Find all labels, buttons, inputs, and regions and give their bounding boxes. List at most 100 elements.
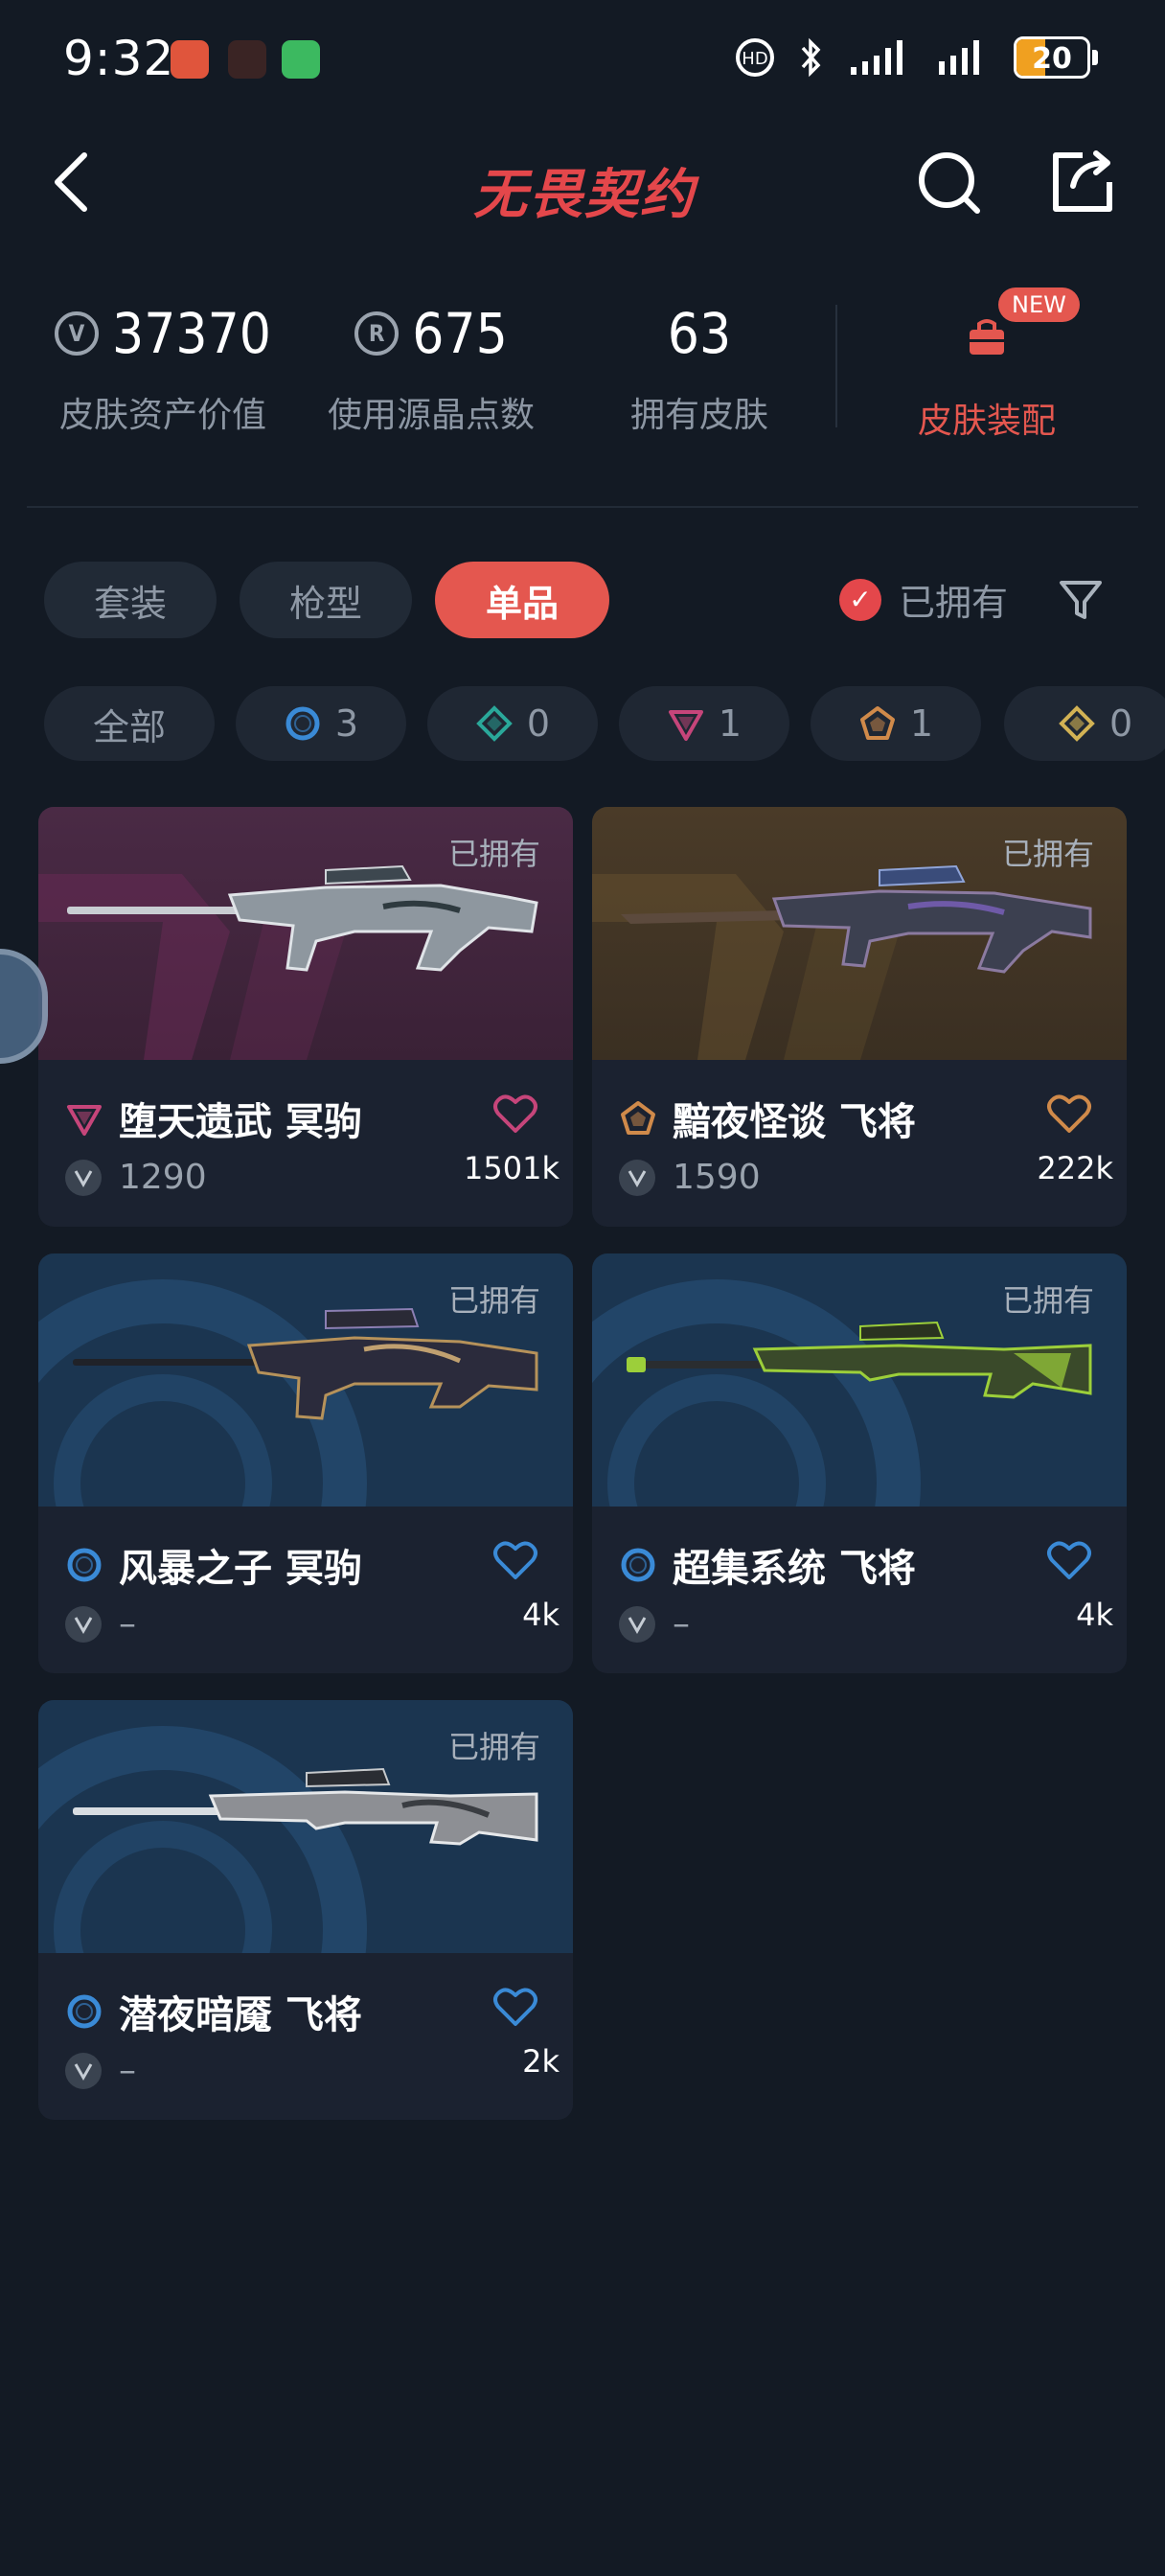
- like-count: 1501k: [464, 1150, 560, 1186]
- select-tier-icon: [621, 1548, 655, 1582]
- skin-price: –: [65, 2051, 136, 2090]
- price-value: 1290: [119, 1158, 207, 1197]
- skin-card[interactable]: 已拥有 潜夜暗魇 飞将 – 2k: [38, 1700, 573, 2120]
- chip-count: 0: [526, 702, 551, 745]
- search-icon[interactable]: [912, 144, 989, 220]
- premium-tier-icon: [668, 710, 703, 741]
- status-bar: 9:32 HD 20: [0, 0, 1165, 115]
- chip-premium[interactable]: 1: [619, 686, 789, 761]
- like-count: 4k: [1076, 1597, 1113, 1633]
- select-tier-icon: [67, 1548, 102, 1582]
- price-value: –: [119, 2051, 136, 2090]
- divider: [27, 506, 1138, 508]
- stat-value: 63: [667, 301, 732, 366]
- skin-name: 堕天遗武 冥驹: [119, 1100, 362, 1144]
- heart-icon[interactable]: [1046, 1092, 1092, 1135]
- new-badge: NEW: [998, 288, 1080, 322]
- checkmark-icon: ✓: [839, 578, 881, 621]
- skin-image: 已拥有: [38, 1700, 573, 1953]
- select-tier-icon: [286, 706, 320, 741]
- chip-ultra[interactable]: 0: [1004, 686, 1165, 761]
- game-app-icon: [228, 40, 266, 79]
- chip-label: 全部: [92, 705, 166, 748]
- stat-value: 675: [412, 301, 508, 366]
- battery-icon: 20: [1014, 36, 1090, 79]
- bluetooth-icon: [801, 37, 821, 78]
- share-icon[interactable]: [1044, 144, 1121, 220]
- divider: [835, 305, 837, 427]
- chip-deluxe[interactable]: 0: [427, 686, 598, 761]
- price-value: –: [119, 1604, 136, 1644]
- chip-count: 1: [909, 702, 934, 745]
- skin-image: 已拥有: [38, 807, 573, 1060]
- equip-label: 皮肤装配: [917, 402, 1056, 441]
- owned-tag: 已拥有: [1001, 1282, 1094, 1319]
- status-time: 9:32: [63, 31, 175, 86]
- chip-exclusive[interactable]: 1: [811, 686, 981, 761]
- skin-price: –: [619, 1604, 690, 1644]
- skin-name: 风暴之子 冥驹: [119, 1547, 362, 1591]
- exclusive-tier-icon: [859, 706, 895, 740]
- stat-value: 37370: [112, 301, 271, 366]
- heart-icon[interactable]: [492, 1539, 538, 1581]
- vp-icon: [65, 1159, 102, 1196]
- filter-icon[interactable]: [1054, 573, 1108, 627]
- heart-icon[interactable]: [492, 1986, 538, 2028]
- skin-name: 超集系统 飞将: [673, 1547, 916, 1591]
- signal-icon: [851, 40, 902, 75]
- stat-label: 皮肤资产价值: [58, 396, 266, 435]
- select-tier-icon: [67, 1994, 102, 2029]
- like-count: 2k: [522, 2043, 560, 2080]
- heart-icon[interactable]: [492, 1092, 538, 1135]
- chip-count: 1: [718, 702, 742, 745]
- heart-icon[interactable]: [1046, 1539, 1092, 1581]
- vp-icon: [65, 2052, 102, 2089]
- hd-call-icon: HD: [736, 38, 774, 77]
- skin-card[interactable]: 已拥有 超集系统 飞将 – 4k: [592, 1254, 1127, 1673]
- status-right: HD 20: [734, 36, 1098, 79]
- owned-filter-toggle[interactable]: ✓ 已拥有: [839, 573, 1008, 626]
- stat-skin-value: V 37370 皮肤资产价值: [48, 297, 278, 437]
- skin-image: 已拥有: [592, 807, 1127, 1060]
- vp-icon: [619, 1159, 655, 1196]
- skin-name: 潜夜暗魇 飞将: [119, 1993, 362, 2037]
- owned-tag: 已拥有: [1001, 836, 1094, 872]
- price-value: 1590: [673, 1158, 761, 1197]
- skin-price: 1590: [619, 1158, 761, 1197]
- stat-owned-skins: 63 拥有皮肤: [594, 297, 805, 437]
- skin-card[interactable]: 已拥有 风暴之子 冥驹 – 4k: [38, 1254, 573, 1673]
- skin-image: 已拥有: [592, 1254, 1127, 1506]
- page-title: 无畏契约: [473, 164, 696, 226]
- tab-weapon-type[interactable]: 枪型: [240, 562, 412, 638]
- back-icon[interactable]: [42, 144, 109, 220]
- owned-tag: 已拥有: [447, 1729, 540, 1765]
- tab-single-item[interactable]: 单品: [435, 562, 609, 638]
- like-count: 222k: [1037, 1150, 1113, 1186]
- chip-count: 0: [1109, 702, 1133, 745]
- exclusive-tier-icon: [621, 1101, 655, 1135]
- chip-all[interactable]: 全部: [44, 686, 215, 761]
- vp-icon: V: [55, 311, 100, 356]
- skin-price: 1290: [65, 1158, 207, 1197]
- vp-icon: [619, 1605, 655, 1643]
- skin-card[interactable]: 已拥有 黯夜怪谈 飞将 1590 222k: [592, 807, 1127, 1227]
- owned-filter-label: 已拥有: [899, 582, 1009, 624]
- battery-level: 20: [1032, 42, 1072, 76]
- chip-select[interactable]: 3: [236, 686, 406, 761]
- chip-count: 3: [334, 702, 359, 745]
- owned-tag: 已拥有: [447, 1282, 540, 1319]
- stat-label: 拥有皮肤: [629, 396, 768, 435]
- radianite-icon: R: [354, 311, 400, 356]
- stat-radianite: R 675 使用源晶点数: [316, 297, 546, 437]
- premium-tier-icon: [67, 1105, 102, 1136]
- ultra-tier-icon: [1059, 705, 1095, 742]
- deluxe-tier-icon: [476, 705, 513, 742]
- vp-icon: [65, 1605, 102, 1643]
- skin-price: –: [65, 1604, 136, 1644]
- wechat-icon: [282, 40, 320, 79]
- wardrobe-icon: [970, 319, 1004, 355]
- skin-card[interactable]: 已拥有 堕天遗武 冥驹 1290 1501k: [38, 807, 573, 1227]
- notification-icon: [171, 40, 209, 79]
- skin-name: 黯夜怪谈 飞将: [673, 1100, 916, 1144]
- tab-set[interactable]: 套装: [44, 562, 217, 638]
